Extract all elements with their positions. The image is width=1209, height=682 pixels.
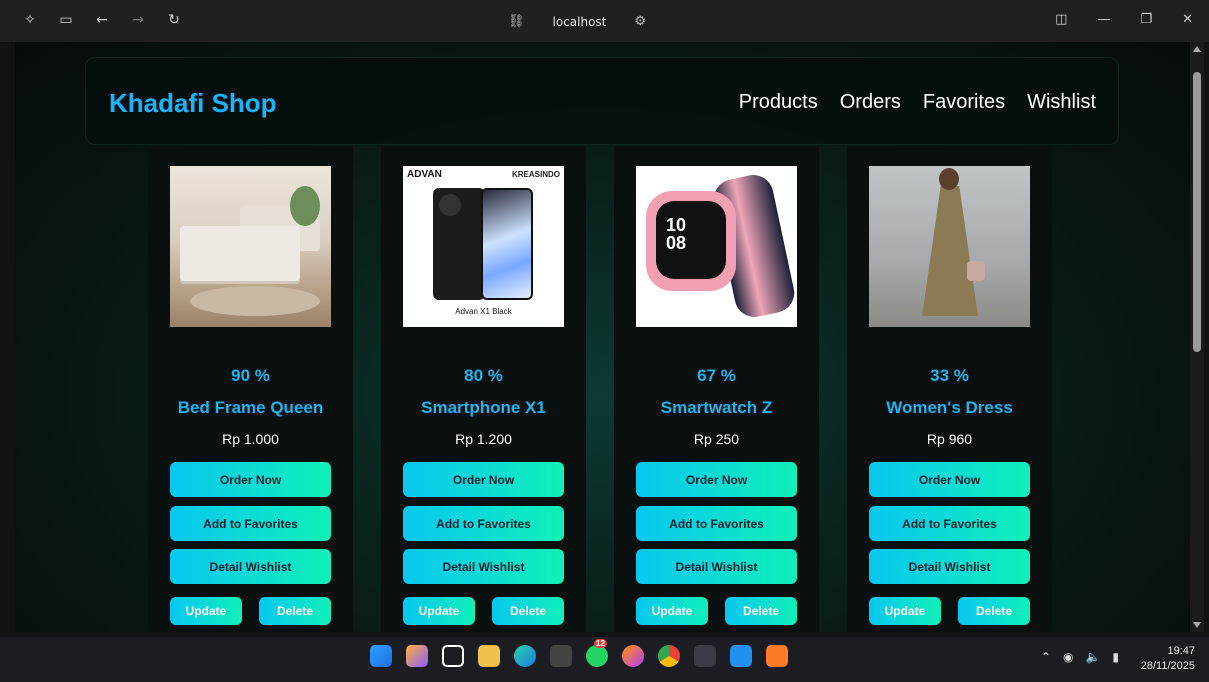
vscode-icon[interactable] <box>730 645 752 667</box>
product-name: Smartphone X1 <box>421 398 546 417</box>
product-name: Bed Frame Queen <box>177 398 324 417</box>
wifi-icon[interactable]: ◉ <box>1063 650 1073 664</box>
app-9-icon[interactable] <box>442 645 464 667</box>
product-card: 90 % Bed Frame Queen Rp 1.000 Order Now … <box>148 146 353 632</box>
add-to-favorites-button[interactable]: Add to Favorites <box>170 506 331 541</box>
order-now-button[interactable]: Order Now <box>170 462 331 497</box>
windows-start-icon[interactable] <box>370 645 392 667</box>
settings-app-icon[interactable] <box>550 645 572 667</box>
battery-icon[interactable]: ▮ <box>1112 650 1119 664</box>
firefox-icon[interactable] <box>622 645 644 667</box>
product-card: 33 % Women's Dress Rp 960 Order Now Add … <box>847 146 1052 632</box>
browser-icon[interactable] <box>694 645 716 667</box>
notification-badge: 12 <box>594 639 607 648</box>
update-button[interactable]: Update <box>170 597 242 625</box>
chevron-up-icon[interactable]: ⌃ <box>1041 650 1051 664</box>
xampp-icon[interactable] <box>766 645 788 667</box>
product-name: Women's Dress <box>886 398 1013 417</box>
address-bar[interactable]: localhost <box>553 15 607 29</box>
add-to-favorites-button[interactable]: Add to Favorites <box>403 506 564 541</box>
brand-logo[interactable]: Khadafi Shop <box>109 88 277 119</box>
order-now-button[interactable]: Order Now <box>869 462 1030 497</box>
product-price: Rp 1.200 <box>455 431 512 447</box>
edge-icon[interactable] <box>514 645 536 667</box>
taskbar: 12 ⌃ ◉ 🔈 ▮ 19:47 28/11/2025 <box>0 637 1209 682</box>
product-card: ADVAN KREASINDO Advan X1 Black 80 % Smar… <box>381 146 586 632</box>
detail-wishlist-button[interactable]: Detail Wishlist <box>636 549 797 584</box>
detail-wishlist-button[interactable]: Detail Wishlist <box>869 549 1030 584</box>
browser-toolbar: ✧ ▭ ← → ↻ ⛓ localhost ⚙ ◫ — ❐ ✕ <box>0 0 1209 42</box>
link-icon[interactable]: ⛓ <box>508 14 525 29</box>
detail-wishlist-button[interactable]: Detail Wishlist <box>403 549 564 584</box>
scroll-up-icon[interactable] <box>1193 46 1201 52</box>
product-price: Rp 960 <box>926 431 973 447</box>
volume-icon[interactable]: 🔈 <box>1085 650 1100 664</box>
extensions-icon[interactable]: ✧ <box>22 12 38 28</box>
add-to-favorites-button[interactable]: Add to Favorites <box>869 506 1030 541</box>
product-price: Rp 1.000 <box>222 431 279 447</box>
update-button[interactable]: Update <box>636 597 708 625</box>
minimize-icon[interactable]: — <box>1097 12 1110 27</box>
sidebar-icon[interactable]: ▭ <box>58 12 74 28</box>
close-icon[interactable]: ✕ <box>1182 12 1193 27</box>
discount-percent: 80 % <box>464 366 503 385</box>
detail-wishlist-button[interactable]: Detail Wishlist <box>170 549 331 584</box>
restore-icon[interactable]: ❐ <box>1140 12 1152 27</box>
order-now-button[interactable]: Order Now <box>403 462 564 497</box>
update-button[interactable]: Update <box>403 597 475 625</box>
discount-percent: 90 % <box>231 366 270 385</box>
delete-button[interactable]: Delete <box>492 597 564 625</box>
update-button[interactable]: Update <box>869 597 941 625</box>
nav-orders[interactable]: Orders <box>840 91 901 114</box>
reload-icon[interactable]: ↻ <box>166 12 182 28</box>
product-price: Rp 250 <box>693 431 740 447</box>
chrome-icon[interactable] <box>658 645 680 667</box>
whatsapp-icon[interactable]: 12 <box>586 639 608 667</box>
page-viewport: Khadafi Shop Products Orders Favorites W… <box>15 42 1190 632</box>
vertical-scrollbar[interactable] <box>1190 42 1204 632</box>
delete-button[interactable]: Delete <box>958 597 1030 625</box>
product-card: 10 08 67 % Smartwatch Z Rp 250 Order Now … <box>614 146 819 632</box>
add-to-favorites-button[interactable]: Add to Favorites <box>636 506 797 541</box>
nav-products[interactable]: Products <box>739 91 818 114</box>
main-nav: Products Orders Favorites Wishlist <box>739 91 1096 114</box>
scroll-thumb[interactable] <box>1193 72 1201 352</box>
product-name: Smartwatch Z <box>660 398 773 417</box>
discount-percent: 33 % <box>930 366 969 385</box>
nav-wishlist[interactable]: Wishlist <box>1027 91 1096 114</box>
nav-favorites[interactable]: Favorites <box>923 91 1005 114</box>
site-header: Khadafi Shop Products Orders Favorites W… <box>85 57 1119 145</box>
discount-percent: 67 % <box>697 366 736 385</box>
split-view-icon[interactable]: ◫ <box>1055 12 1067 27</box>
delete-button[interactable]: Delete <box>725 597 797 625</box>
site-settings-icon[interactable]: ⚙ <box>634 14 646 29</box>
file-explorer-icon[interactable] <box>478 645 500 667</box>
product-image[interactable] <box>869 166 1030 327</box>
delete-button[interactable]: Delete <box>259 597 331 625</box>
back-icon[interactable]: ← <box>94 12 110 28</box>
system-clock[interactable]: 19:47 28/11/2025 <box>1141 644 1195 674</box>
forward-icon[interactable]: → <box>130 12 146 28</box>
product-image[interactable]: ADVAN KREASINDO Advan X1 Black <box>403 166 564 327</box>
product-image[interactable] <box>170 166 331 327</box>
copilot-icon[interactable] <box>406 645 428 667</box>
order-now-button[interactable]: Order Now <box>636 462 797 497</box>
product-image[interactable]: 10 08 <box>636 166 797 327</box>
scroll-down-icon[interactable] <box>1193 622 1201 628</box>
